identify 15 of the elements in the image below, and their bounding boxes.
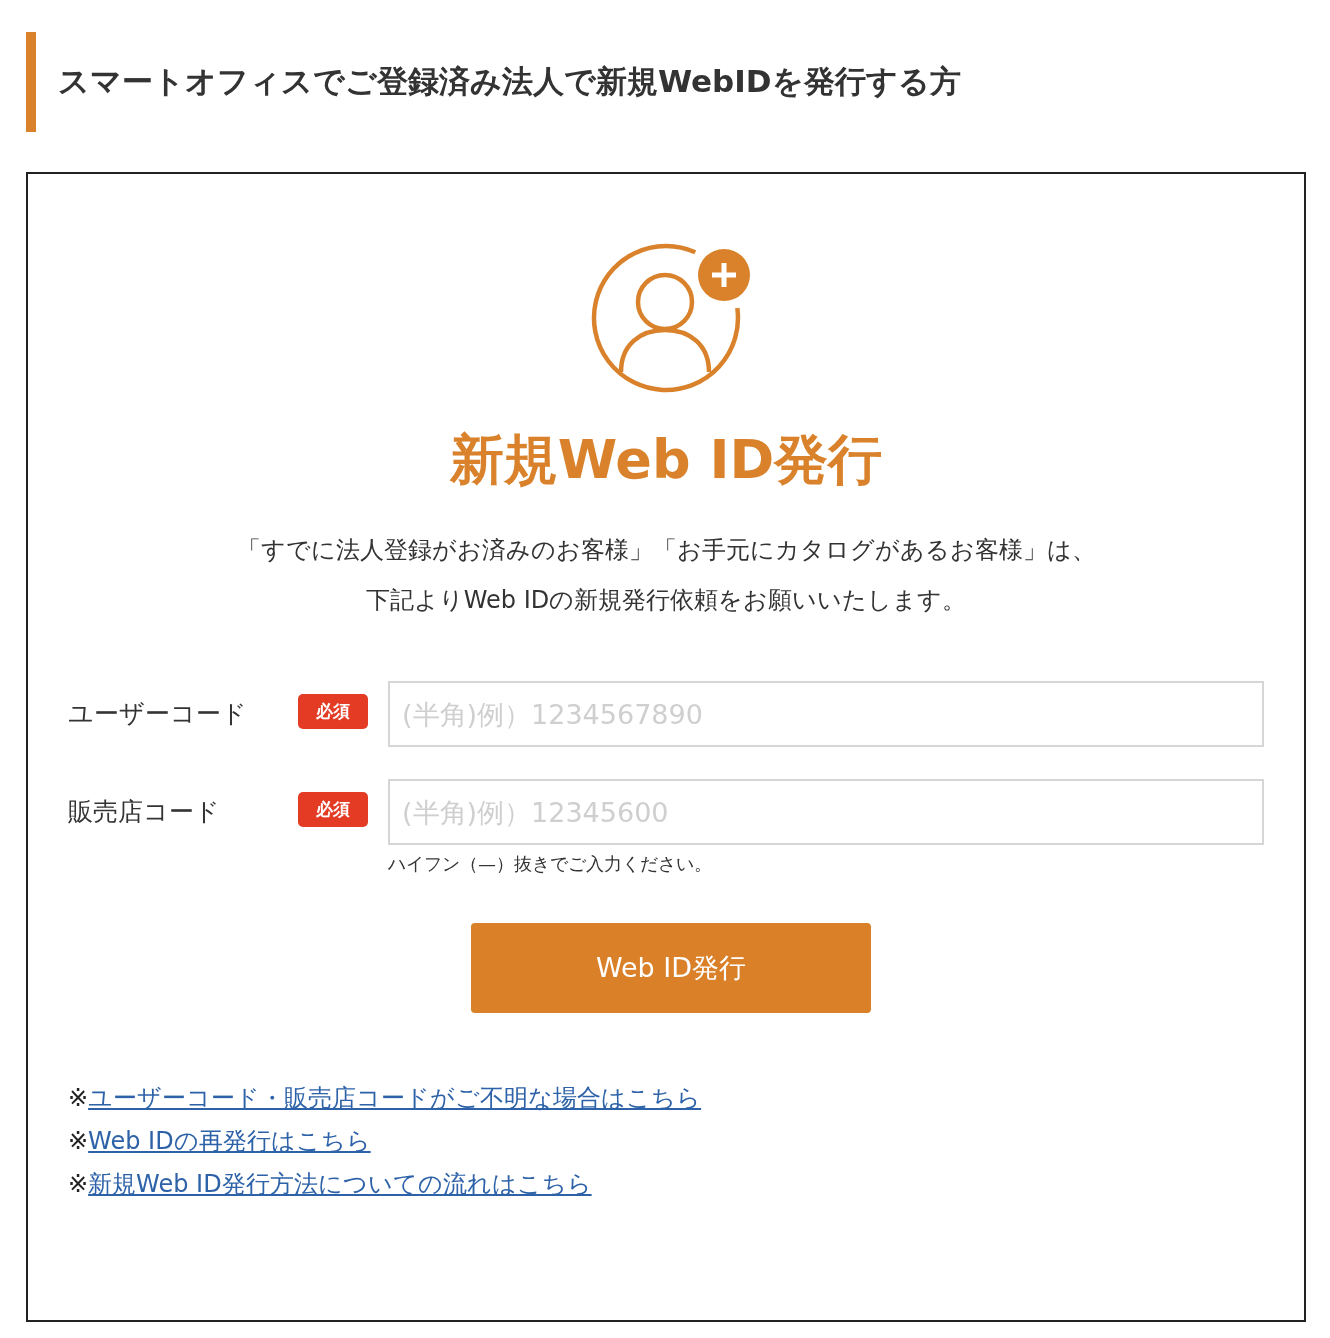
field-label: 販売店コード xyxy=(68,796,221,828)
field-label: ユーザーコード xyxy=(68,698,248,730)
required-badge: 必須 xyxy=(298,694,368,729)
note-mark: ※ xyxy=(68,1127,89,1155)
help-link[interactable]: ユーザーコード・販売店コードがご不明な場合はこちら xyxy=(88,1084,702,1112)
help-link[interactable]: Web IDの再発行はこちら xyxy=(88,1127,371,1155)
user-add-icon xyxy=(590,243,752,393)
note-mark: ※ xyxy=(68,1170,89,1198)
help-link[interactable]: 新規Web ID発行方法についての流れはこちら xyxy=(88,1170,592,1198)
section-heading: スマートオフィスでご登録済み法人で新規WebIDを発行する方 xyxy=(26,32,1306,132)
description-text: 「すでに法人登録がお済みのお客様」「お手元にカタログがあるお客様」は、 下記よりWeb IDの新規発行依頼をお願いいたします。 xyxy=(235,535,1097,616)
hint-text: ハイフン（—）抜きでご入力ください。 xyxy=(388,852,713,876)
note-mark: ※ xyxy=(68,1084,89,1112)
card-title: 新規Web ID発行 xyxy=(448,427,884,493)
required-badge: 必須 xyxy=(298,792,368,827)
